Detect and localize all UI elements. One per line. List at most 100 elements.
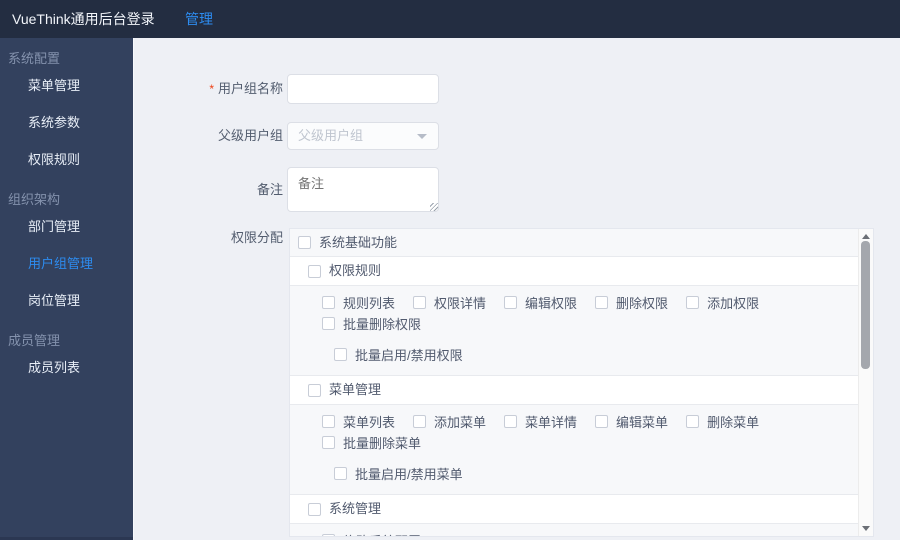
sidebar-item-link[interactable]: 菜单管理 xyxy=(0,67,133,104)
permission-row-line: 批量启用/禁用菜单 xyxy=(322,464,859,485)
permission-item[interactable]: 添加权限 xyxy=(686,293,759,312)
permission-item[interactable]: 批量删除权限 xyxy=(322,314,421,333)
sidebar-item-link[interactable]: 权限规则 xyxy=(0,141,133,178)
checkbox-icon[interactable] xyxy=(595,415,609,428)
sidebar-group-label: 系统配置 xyxy=(8,51,61,66)
group-name-label-text: 用户组名称 xyxy=(217,81,283,96)
permission-item-label: 权限规则 xyxy=(329,263,382,278)
permission-item-label: 权限详情 xyxy=(434,296,487,311)
checkbox-icon[interactable] xyxy=(504,415,518,428)
scrollbar-thumb[interactable] xyxy=(861,241,870,369)
permission-item[interactable]: 批量删除菜单 xyxy=(322,433,421,452)
main-content: *用户组名称 父级用户组 父级用户组 备注 权限分配 系统基础功能权限规则规则列… xyxy=(133,38,900,540)
permission-item[interactable]: 批量启用/禁用权限 xyxy=(334,345,463,364)
permission-item[interactable]: 修改系统配置 xyxy=(322,531,421,536)
permission-scrollbar[interactable] xyxy=(858,229,873,536)
permission-item[interactable]: 添加菜单 xyxy=(413,412,486,431)
remark-label-text: 备注 xyxy=(256,182,283,197)
permission-item-label: 删除权限 xyxy=(616,296,669,311)
permission-item[interactable]: 删除权限 xyxy=(595,293,668,312)
permission-item[interactable]: 规则列表 xyxy=(322,293,395,312)
checkbox-icon[interactable] xyxy=(413,415,427,428)
checkbox-icon[interactable] xyxy=(322,296,335,309)
checkbox-icon[interactable] xyxy=(308,264,321,278)
checkbox-icon[interactable] xyxy=(308,502,321,516)
checkbox-icon[interactable] xyxy=(413,296,427,309)
permission-row-line: 修改系统配置 xyxy=(322,531,859,536)
permission-item-label: 系统基础功能 xyxy=(319,235,398,250)
permission-item-label: 添加菜单 xyxy=(434,415,487,430)
permission-row: 菜单列表 添加菜单 菜单详情 编辑菜单 删除菜单批量删除菜单批量启用/禁用菜单 xyxy=(290,405,859,495)
permission-item[interactable]: 系统基础功能 xyxy=(298,229,397,256)
permission-item[interactable]: 批量启用/禁用菜单 xyxy=(334,464,463,483)
permission-item-label: 编辑菜单 xyxy=(616,415,669,430)
required-asterisk: * xyxy=(209,82,214,96)
group-name-input[interactable] xyxy=(287,74,439,104)
checkbox-icon[interactable] xyxy=(322,436,335,449)
scroll-up-icon[interactable] xyxy=(862,234,870,239)
permission-row: 系统管理 xyxy=(290,495,859,524)
permission-item[interactable]: 删除菜单 xyxy=(686,412,759,431)
field-label-permission: 权限分配 xyxy=(168,228,283,248)
permission-item-label: 修改系统配置 xyxy=(343,531,421,536)
sidebar-item-link[interactable]: 系统参数 xyxy=(0,104,133,141)
permission-item[interactable]: 权限详情 xyxy=(413,293,486,312)
checkbox-icon[interactable] xyxy=(334,467,347,480)
permission-item-label: 批量启用/禁用权限 xyxy=(355,348,463,363)
sidebar-group-label: 成员管理 xyxy=(8,333,61,348)
permission-tree: 系统基础功能 权限规则规则列表 权限详情 编辑权限 删除权限 添加权限批量删除权限批量启用… xyxy=(289,228,874,537)
parent-group-select[interactable]: 父级用户组 xyxy=(287,122,439,150)
permission-rows: 系统基础功能 权限规则规则列表 权限详情 编辑权限 删除权限 添加权限批量删除权限批量启用… xyxy=(290,229,859,536)
app-title: VueThink通用后台登录 xyxy=(12,11,155,27)
topbar-nav-manage[interactable]: 管理 xyxy=(185,0,213,38)
topbar: VueThink通用后台登录 管理 xyxy=(0,0,900,38)
permission-row-line: 批量启用/禁用权限 xyxy=(322,345,859,366)
sidebar: 系统配置 菜单管理 系统参数 权限规则组织架构 部门管理 用户组管理 岗位管理成员管理 成员列… xyxy=(0,38,133,540)
chevron-down-icon xyxy=(417,134,427,139)
permission-item[interactable]: 菜单管理 xyxy=(308,376,381,404)
permission-row: 权限规则 xyxy=(290,257,859,286)
parent-group-placeholder: 父级用户组 xyxy=(298,128,364,143)
parent-group-label-text: 父级用户组 xyxy=(217,128,283,143)
permission-row: 修改系统配置 xyxy=(290,524,859,536)
checkbox-icon[interactable] xyxy=(504,296,518,309)
permission-row-line: 菜单列表 添加菜单 菜单详情 编辑菜单 删除菜单批量删除菜单 xyxy=(322,412,859,454)
checkbox-icon[interactable] xyxy=(686,296,700,309)
permission-item-label: 菜单详情 xyxy=(525,415,578,430)
permission-label-text: 权限分配 xyxy=(230,230,283,245)
permission-item-label: 编辑权限 xyxy=(525,296,578,311)
permission-item-label: 批量删除权限 xyxy=(343,317,422,332)
permission-item[interactable]: 系统管理 xyxy=(308,495,381,523)
remark-textarea[interactable] xyxy=(287,167,439,212)
checkbox-icon[interactable] xyxy=(686,415,700,428)
permission-item-label: 规则列表 xyxy=(343,296,396,311)
checkbox-icon[interactable] xyxy=(322,415,335,428)
permission-item-label: 菜单列表 xyxy=(343,415,396,430)
sidebar-item-link[interactable]: 岗位管理 xyxy=(0,282,133,319)
permission-item[interactable]: 编辑权限 xyxy=(504,293,577,312)
permission-item[interactable]: 菜单详情 xyxy=(504,412,577,431)
checkbox-icon[interactable] xyxy=(322,317,335,330)
checkbox-icon[interactable] xyxy=(595,296,609,309)
checkbox-icon[interactable] xyxy=(298,236,311,249)
field-label-remark: 备注 xyxy=(168,167,283,212)
sidebar-item-link[interactable]: 成员列表 xyxy=(0,349,133,386)
permission-item[interactable]: 权限规则 xyxy=(308,257,381,285)
checkbox-icon[interactable] xyxy=(308,383,321,397)
sidebar-item-link[interactable]: 部门管理 xyxy=(0,208,133,245)
permission-item-label: 删除菜单 xyxy=(707,415,760,430)
permission-item[interactable]: 菜单列表 xyxy=(322,412,395,431)
permission-item-label: 批量删除菜单 xyxy=(343,436,422,451)
permission-item[interactable]: 编辑菜单 xyxy=(595,412,668,431)
permission-row: 系统基础功能 xyxy=(290,229,859,257)
permission-item-label: 添加权限 xyxy=(707,296,760,311)
permission-row: 菜单管理 xyxy=(290,376,859,405)
sidebar-item-active[interactable]: 用户组管理 xyxy=(0,245,133,282)
permission-item-label: 批量启用/禁用菜单 xyxy=(355,467,463,482)
permission-item-label: 系统管理 xyxy=(329,501,382,516)
checkbox-icon[interactable] xyxy=(334,348,347,361)
sidebar-group-label: 组织架构 xyxy=(8,192,61,207)
scroll-down-icon[interactable] xyxy=(862,526,870,531)
field-label-parent-group: 父级用户组 xyxy=(168,122,283,150)
checkbox-icon[interactable] xyxy=(322,534,335,536)
